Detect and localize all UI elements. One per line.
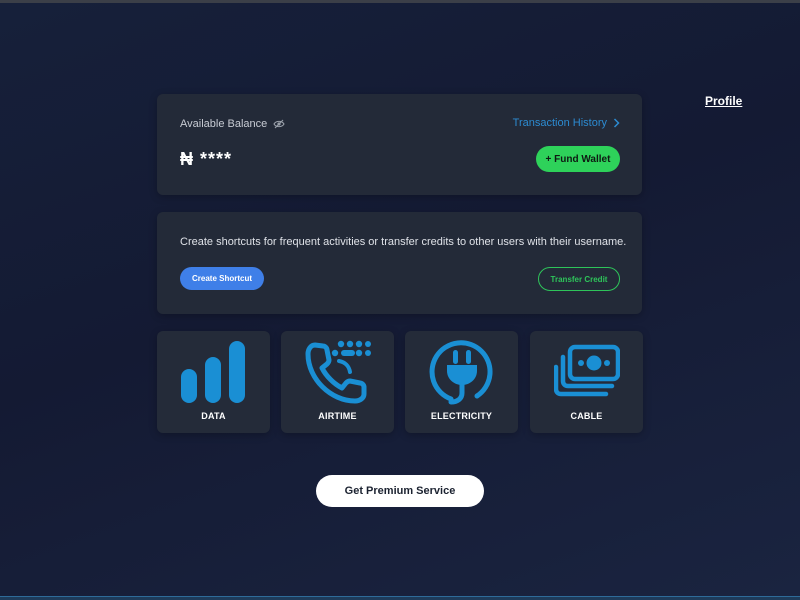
balance-amount: ₦ ****: [180, 149, 233, 169]
window-top-edge: [0, 0, 800, 3]
service-tile-cable[interactable]: CABLE: [530, 331, 643, 433]
signal-bars-icon: [181, 341, 245, 403]
service-label-data: DATA: [201, 411, 226, 421]
phone-keypad-icon: [305, 340, 371, 404]
eye-off-icon[interactable]: [273, 119, 285, 129]
cash-stack-icon: [554, 344, 620, 397]
power-plug-icon: [429, 340, 493, 405]
service-label-cable: CABLE: [570, 411, 603, 421]
transaction-history-link[interactable]: Transaction History: [513, 117, 620, 129]
chevron-right-icon: [613, 118, 620, 128]
shortcuts-card: Create shortcuts for frequent activities…: [157, 212, 642, 314]
service-label-airtime: AIRTIME: [318, 411, 357, 421]
service-tile-data[interactable]: DATA: [157, 331, 270, 433]
transaction-history-label: Transaction History: [512, 117, 607, 129]
get-premium-button[interactable]: Get Premium Service: [316, 475, 484, 507]
balance-card: Available Balance ₦ **** Transaction His…: [157, 94, 642, 195]
service-label-electricity: ELECTRICITY: [430, 411, 493, 421]
balance-label: Available Balance: [180, 118, 268, 130]
service-tile-electricity[interactable]: ELECTRICITY: [405, 331, 518, 433]
profile-link[interactable]: Profile: [705, 94, 742, 108]
balance-label-row: Available Balance: [180, 118, 285, 130]
create-shortcut-button[interactable]: Create Shortcut: [180, 267, 264, 290]
transfer-credit-button[interactable]: Transfer Credit: [538, 267, 620, 291]
fund-wallet-button[interactable]: + Fund Wallet: [536, 146, 620, 172]
window-bottom-edge: [0, 596, 800, 600]
shortcuts-description: Create shortcuts for frequent activities…: [180, 236, 627, 248]
service-tile-airtime[interactable]: AIRTIME: [281, 331, 394, 433]
